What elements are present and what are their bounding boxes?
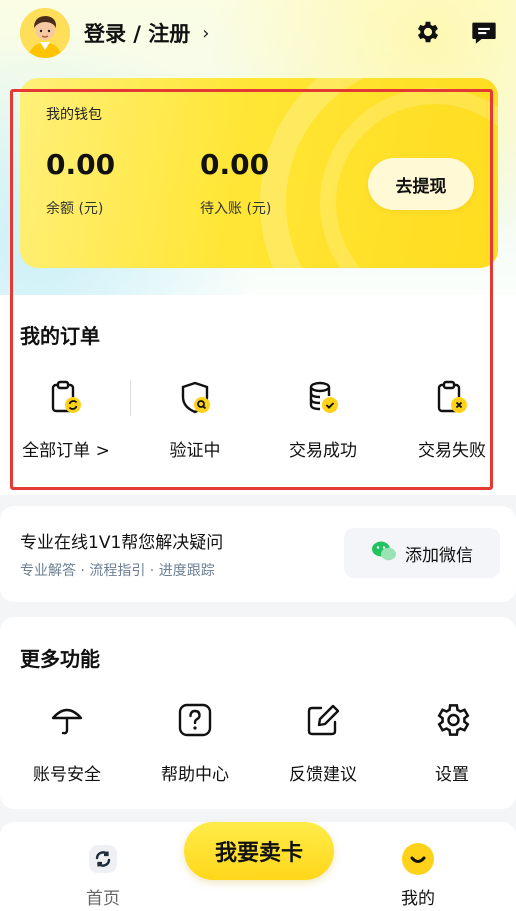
func-feedback[interactable]: 反馈建议: [268, 700, 378, 790]
question-icon: [175, 700, 215, 740]
orders-title: 我的订单: [20, 324, 100, 348]
add-wechat-button[interactable]: 添加微信: [344, 528, 500, 578]
order-failed[interactable]: 交易失败: [392, 378, 512, 468]
home-refresh-icon: [86, 842, 120, 876]
func-account-security-label: 账号安全: [33, 765, 101, 785]
login-label: 登录 / 注册: [84, 22, 191, 46]
gear-icon: [432, 700, 472, 740]
order-success-label: 交易成功: [289, 441, 357, 461]
func-help-center[interactable]: 帮助中心: [140, 700, 250, 790]
balance-value: 0.00: [46, 148, 116, 181]
balance-label: 余额 (元): [46, 201, 104, 217]
avatar[interactable]: [20, 8, 70, 58]
smile-icon: [401, 842, 435, 876]
wallet-card: 我的钱包 0.00 余额 (元) 0.00 待入账 (元) 去提现: [20, 78, 498, 268]
func-settings-label: 设置: [435, 765, 469, 785]
order-all[interactable]: 全部订单 >: [6, 378, 126, 468]
page: 登录 / 注册 › 我的钱包 0.00 余额 (元) 0.00 待入账 (元) …: [0, 0, 516, 911]
message-icon[interactable]: [470, 18, 498, 46]
tab-home[interactable]: 首页: [53, 822, 153, 911]
add-wechat-label: 添加微信: [405, 545, 473, 566]
withdraw-button[interactable]: 去提现: [368, 158, 474, 210]
func-settings[interactable]: 设置: [397, 700, 507, 790]
coins-check-icon: [303, 378, 343, 418]
pending-label: 待入账 (元): [200, 201, 272, 217]
func-help-center-label: 帮助中心: [161, 765, 229, 785]
gear-icon[interactable]: [414, 18, 442, 46]
order-verifying[interactable]: 验证中: [135, 378, 255, 468]
login-register-link[interactable]: 登录 / 注册 ›: [84, 18, 210, 48]
shield-search-icon: [175, 378, 215, 418]
order-success[interactable]: 交易成功: [263, 378, 383, 468]
more-functions-title: 更多功能: [20, 647, 100, 671]
order-failed-label: 交易失败: [418, 441, 486, 461]
wallet-title: 我的钱包: [46, 107, 102, 123]
chevron-right-icon: ›: [202, 22, 210, 44]
clipboard-refresh-icon: [46, 378, 86, 418]
sell-card-button[interactable]: 我要卖卡: [184, 822, 334, 880]
func-feedback-label: 反馈建议: [289, 765, 357, 785]
help-card: 专业在线1V1帮您解决疑问 专业解答 · 流程指引 · 进度跟踪 添加微信: [0, 506, 516, 602]
order-divider: [130, 380, 131, 416]
umbrella-icon: [47, 700, 87, 740]
tab-mine[interactable]: 我的: [368, 822, 468, 911]
header: 登录 / 注册 ›: [0, 0, 516, 70]
help-subtitle: 专业解答 · 流程指引 · 进度跟踪: [20, 563, 215, 579]
tab-mine-label: 我的: [401, 889, 435, 909]
order-all-label: 全部订单 >: [22, 441, 110, 461]
clipboard-x-icon: [432, 378, 472, 418]
help-title: 专业在线1V1帮您解决疑问: [20, 533, 224, 553]
func-account-security[interactable]: 账号安全: [12, 700, 122, 790]
tab-home-label: 首页: [86, 889, 120, 909]
wechat-icon: [371, 540, 397, 567]
pending-value: 0.00: [200, 148, 270, 181]
edit-icon: [303, 700, 343, 740]
order-verifying-label: 验证中: [169, 441, 221, 461]
